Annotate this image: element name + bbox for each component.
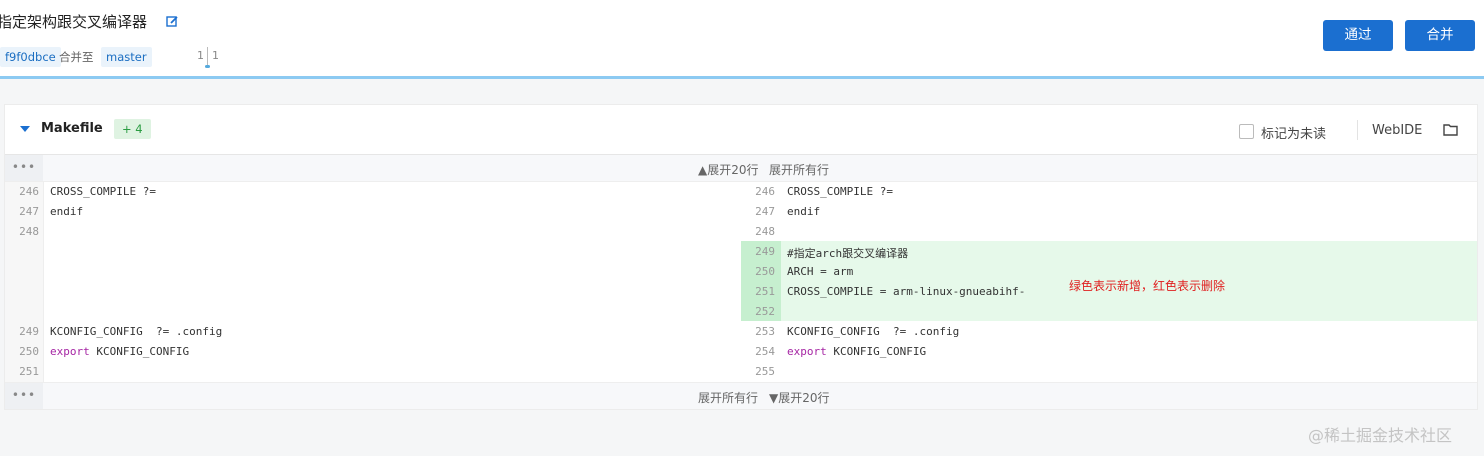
code-line-added: ARCH = arm <box>787 265 854 278</box>
additions-badge: + 4 <box>114 119 151 139</box>
line-number: 250 <box>19 345 39 358</box>
expand-dots-icon[interactable]: ••• <box>5 383 43 409</box>
line-number: 249 <box>19 325 39 338</box>
line-number: 255 <box>755 365 775 378</box>
code-line-added: #指定arch跟交叉编译器 <box>787 247 909 260</box>
code-text: KCONFIG_CONFIG <box>89 345 190 358</box>
line-number: 252 <box>755 305 775 318</box>
expand-all-link-top[interactable]: 展开所有行 <box>769 161 829 178</box>
line-number: 247 <box>755 205 775 218</box>
expand-row-top: ••• ▲展开20行 展开所有行 <box>5 155 1477 182</box>
approve-button[interactable]: 通过 <box>1323 20 1393 51</box>
file-name[interactable]: Makefile <box>41 121 103 136</box>
counter-dot <box>205 65 210 68</box>
line-number: 246 <box>755 185 775 198</box>
code-line: endif <box>787 205 821 218</box>
code-line: CROSS_COMPILE ?= <box>50 185 156 198</box>
mark-unread-checkbox[interactable] <box>1239 124 1254 139</box>
code-text: KCONFIG_CONFIG <box>826 345 927 358</box>
line-number: 254 <box>755 345 775 358</box>
code-line-added: CROSS_COMPILE = arm-linux-gnueabihf- <box>787 285 1026 298</box>
expand-row-bottom: ••• 展开所有行 ▼展开20行 <box>5 382 1477 409</box>
code-keyword: export <box>787 345 827 358</box>
collapse-caret-icon[interactable] <box>20 126 30 132</box>
code-line: KCONFIG_CONFIG ?= .config <box>50 325 223 338</box>
counter-divider <box>207 47 208 67</box>
line-number: 253 <box>755 325 775 338</box>
line-number: 248 <box>19 225 39 238</box>
code-line: export KCONFIG_CONFIG <box>787 345 926 358</box>
code-line: KCONFIG_CONFIG ?= .config <box>787 325 960 338</box>
counter-left: 1 <box>197 49 204 62</box>
target-branch[interactable]: master <box>101 47 152 67</box>
expand-20-up-link[interactable]: ▲展开20行 <box>698 161 759 178</box>
commit-hash[interactable]: f9f0dbce <box>0 47 61 67</box>
line-number: 251 <box>19 365 39 378</box>
code-keyword: export <box>50 345 90 358</box>
code-line: export KCONFIG_CONFIG <box>50 345 189 358</box>
merge-button[interactable]: 合并 <box>1405 20 1475 51</box>
toolbar-divider <box>1357 120 1358 140</box>
merge-to-label: 合并至 <box>59 50 94 64</box>
folder-icon[interactable] <box>1443 123 1458 136</box>
expand-all-link-bottom[interactable]: 展开所有行 <box>698 389 758 406</box>
line-number: 246 <box>19 185 39 198</box>
counter-right: 1 <box>212 49 219 62</box>
line-number: 247 <box>19 205 39 218</box>
change-counter: 1 1 <box>197 47 227 71</box>
line-number: 250 <box>755 265 775 278</box>
file-diff-panel: Makefile + 4 标记为未读 WebIDE ••• ▲展开20行 展开所… <box>4 104 1478 410</box>
code-line: endif <box>50 205 84 218</box>
merge-request-header: 指定架构跟交叉编译器 f9f0dbce 合并至 master 1 1 通过 合并 <box>0 0 1484 79</box>
mark-unread-label[interactable]: 标记为未读 <box>1261 123 1326 142</box>
line-number: 248 <box>755 225 775 238</box>
file-header: Makefile + 4 标记为未读 WebIDE <box>5 105 1477 155</box>
edit-icon[interactable] <box>166 15 179 28</box>
watermark: @稀土掘金技术社区 <box>1308 426 1453 445</box>
code-line: CROSS_COMPILE ?= <box>787 185 893 198</box>
line-number: 251 <box>755 285 775 298</box>
page-title: 指定架构跟交叉编译器 <box>0 13 148 31</box>
expand-dots-icon[interactable]: ••• <box>5 155 43 181</box>
webide-button[interactable]: WebIDE <box>1372 123 1422 138</box>
expand-20-down-link[interactable]: ▼展开20行 <box>769 389 830 406</box>
line-number: 249 <box>755 245 775 258</box>
annotation-note: 绿色表示新增，红色表示删除 <box>1069 279 1226 293</box>
